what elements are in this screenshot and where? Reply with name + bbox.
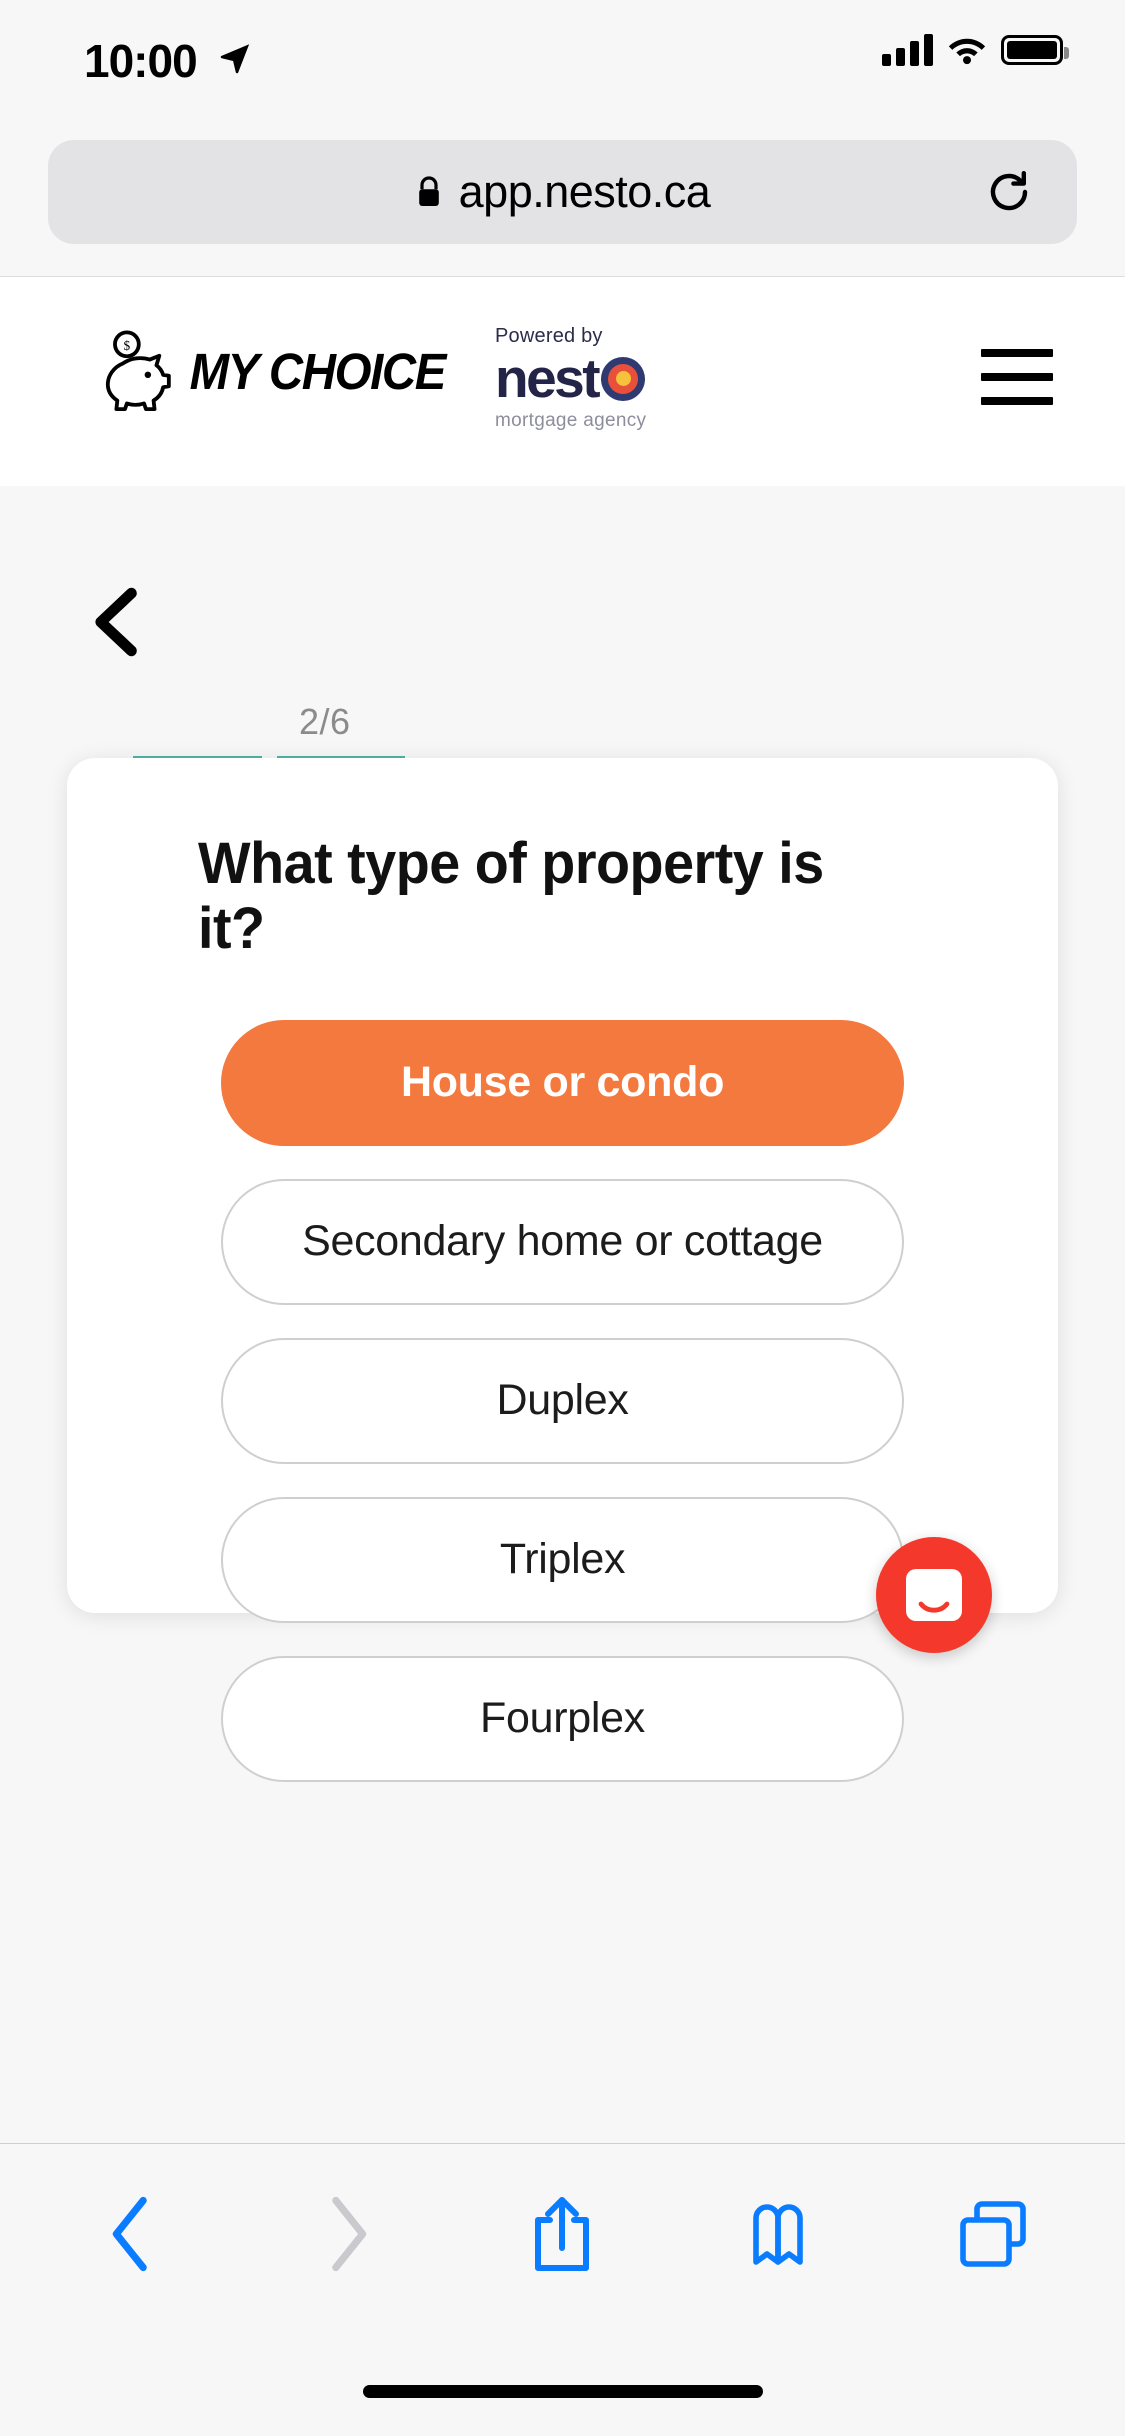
url-text: app.nesto.ca: [458, 166, 711, 217]
option-fourplex[interactable]: Fourplex: [221, 1655, 904, 1782]
nesto-name: nest: [495, 347, 601, 409]
page-content: 2/6 What type of property is it? House o…: [0, 486, 1125, 2143]
status-bar-indicators: [882, 34, 1069, 66]
option-secondary-home-or-cottage[interactable]: Secondary home or cottage: [221, 1178, 904, 1305]
forward-icon: [292, 2179, 402, 2289]
option-triplex[interactable]: Triplex: [221, 1496, 904, 1623]
cellular-bars-icon: [882, 34, 933, 66]
browser-toolbar-buttons: [0, 2144, 1125, 2324]
location-arrow-icon: [218, 40, 252, 74]
question-card: What type of property is it? House or co…: [67, 758, 1058, 1782]
back-icon[interactable]: [77, 2179, 187, 2289]
intercom-chat-button[interactable]: [876, 1537, 992, 1653]
intercom-chat-icon: [906, 1569, 962, 1621]
piggy-bank-icon: $: [104, 329, 186, 413]
lock-icon: [415, 175, 443, 209]
brand-name: MY CHOICE: [189, 342, 447, 400]
options-list: House or condo Secondary home or cottage…: [67, 1019, 1058, 1782]
partner-tagline: mortgage agency: [495, 410, 647, 431]
tabs-icon[interactable]: [938, 2179, 1048, 2289]
brand-logo[interactable]: $ MY CHOICE: [104, 329, 455, 413]
address-bar[interactable]: app.nesto.ca: [48, 140, 1077, 244]
powered-by-label: Powered by: [495, 325, 603, 347]
wifi-icon: [947, 34, 987, 66]
option-house-or-condo[interactable]: House or condo: [221, 1019, 904, 1146]
status-bar-time: 10:00: [84, 35, 198, 87]
bookmarks-icon[interactable]: [723, 2179, 833, 2289]
share-icon[interactable]: [507, 2179, 617, 2289]
page-back-button[interactable]: [90, 586, 144, 658]
status-bar: 10:00: [0, 0, 1125, 132]
phone-screen: 10:00 app.nesto.ca $ MY CHOICE Powered b…: [0, 0, 1125, 2436]
option-duplex[interactable]: Duplex: [221, 1337, 904, 1464]
nesto-wordmark: nest: [495, 351, 646, 406]
battery-full-icon: [1001, 35, 1069, 65]
partner-logo: Powered by nest mortgage agency: [495, 325, 646, 432]
browser-url-bar-area: app.nesto.ca: [0, 140, 1125, 270]
home-indicator: [362, 2385, 763, 2398]
hamburger-menu-icon[interactable]: [981, 349, 1053, 405]
browser-toolbar: [0, 2143, 1125, 2436]
reload-icon[interactable]: [985, 168, 1033, 216]
progress-label: 2/6: [299, 701, 351, 742]
site-header: $ MY CHOICE Powered by nest mortgage age…: [0, 276, 1125, 486]
nesto-target-o-icon: [601, 356, 646, 401]
svg-text:$: $: [124, 338, 131, 353]
page-title: What type of property is it?: [198, 831, 824, 961]
